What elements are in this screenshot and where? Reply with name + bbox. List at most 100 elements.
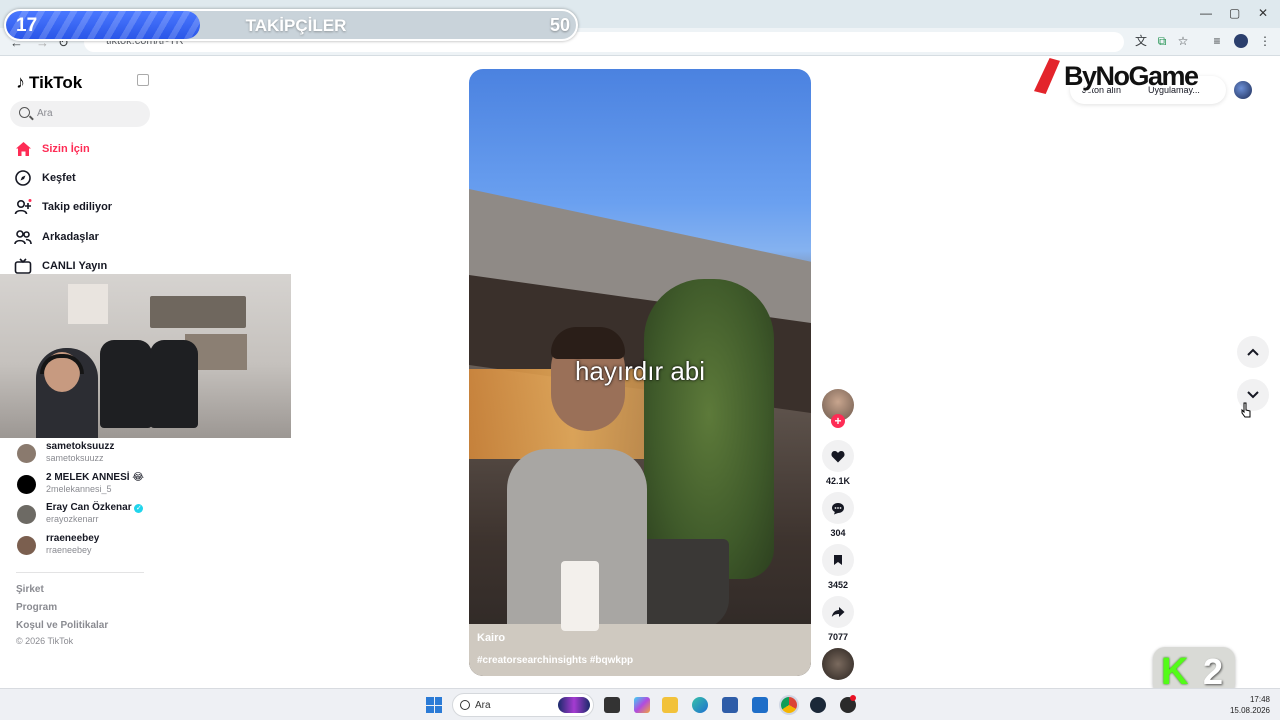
video-cup	[561, 561, 599, 631]
edge-icon[interactable]	[692, 697, 708, 713]
notification-badge	[850, 695, 856, 701]
video-tree	[644, 279, 774, 579]
save-count: 3452	[827, 580, 849, 590]
steam-icon[interactable]	[810, 697, 826, 713]
live-icon	[14, 257, 32, 275]
friends-icon	[14, 228, 32, 246]
minimize-icon[interactable]: —	[1200, 6, 1212, 20]
browser-menu-icon[interactable]: ⋮	[1258, 34, 1272, 48]
copilot-icon[interactable]	[634, 697, 650, 713]
account-item[interactable]: rraeneebey rraeneebey	[17, 533, 99, 556]
footer-link-terms[interactable]: Koşul ve Politikalar	[16, 620, 108, 631]
account-item[interactable]: sametoksuuzz sametoksuuzz	[17, 441, 114, 464]
account-handle: erayozkenarr	[46, 514, 99, 524]
nav-item-friends[interactable]: Arkadaşlar	[14, 226, 99, 248]
close-icon[interactable]: ✕	[1258, 6, 1268, 20]
video-hashtags[interactable]: #creatorsearchinsights #bqwkpp	[477, 655, 633, 666]
taskbar-clock[interactable]: 17:48 15.08.2026	[1218, 694, 1270, 716]
avatar	[17, 536, 36, 555]
followers-goal: 50	[549, 15, 570, 35]
nav-label: Keşfet	[42, 172, 76, 184]
file-explorer-icon[interactable]	[662, 697, 678, 713]
search-icon	[19, 107, 30, 118]
tiktok-logo[interactable]: ♪ TikTok	[16, 72, 82, 93]
bookmark-star-icon[interactable]: ☆	[1176, 34, 1190, 48]
compass-icon	[14, 169, 32, 187]
video-person-hair	[551, 327, 625, 359]
avatar	[17, 505, 36, 524]
bynogame-text: ByNoGame	[1064, 60, 1199, 91]
webcam-overlay	[0, 274, 291, 438]
chrome-icon[interactable]	[781, 697, 797, 713]
share-button[interactable]	[822, 596, 854, 628]
account-handle: 2melekannesi_5	[46, 484, 112, 494]
taskbar-search-placeholder: Ara	[475, 700, 491, 711]
account-item[interactable]: Eray Can Özkenar ✓ erayozkenarr	[17, 502, 144, 525]
taskbar-search[interactable]: Ara	[452, 693, 594, 717]
bynogame-watermark: ByNoGame	[1034, 58, 1199, 94]
gaming-chair	[100, 340, 152, 428]
verified-badge-icon: ✓	[134, 504, 144, 513]
follow-plus-icon[interactable]: +	[831, 414, 845, 428]
cast-icon[interactable]: ⧉	[1155, 34, 1169, 48]
clock-date: 15.08.2026	[1229, 706, 1270, 715]
nav-item-explore[interactable]: Keşfet	[14, 167, 76, 189]
footer-link-company[interactable]: Şirket	[16, 584, 44, 595]
copyright: © 2026 TikTok	[16, 636, 74, 646]
gaming-chair	[150, 340, 198, 428]
music-disc-icon[interactable]	[822, 648, 854, 680]
search-icon	[460, 700, 470, 710]
media-icon[interactable]: ≡	[1210, 34, 1224, 48]
search-input[interactable]: Ara	[10, 101, 150, 127]
nav-item-for-you[interactable]: Sizin İçin	[14, 138, 90, 160]
followers-current: 17	[16, 15, 38, 36]
tiktok-note-icon: ♪	[16, 72, 25, 92]
video-caption: hayırdır abi	[574, 356, 706, 386]
k2-number: 2	[1203, 651, 1224, 692]
video-author[interactable]: Kairo	[477, 632, 505, 644]
user-avatar[interactable]	[1234, 81, 1252, 99]
task-view-icon[interactable]	[604, 697, 620, 713]
following-icon	[14, 198, 32, 216]
account-name: sametoksuuzz	[46, 441, 115, 452]
followers-goal-bar: 17 TAKİPÇİLER 50	[4, 9, 578, 41]
heart-icon	[831, 450, 845, 462]
previous-video-button[interactable]	[1237, 336, 1269, 368]
home-icon	[14, 140, 32, 158]
account-handle: rraeneebey	[46, 545, 92, 555]
nav-label: Takip ediliyor	[42, 201, 113, 213]
video-table	[469, 624, 811, 676]
comment-count: 304	[830, 528, 846, 538]
footer-link-program[interactable]: Program	[16, 602, 57, 613]
outlook-icon[interactable]	[752, 697, 768, 713]
webcam-shelf	[150, 296, 246, 328]
account-handle: sametoksuuzz	[46, 453, 104, 463]
account-name: rraeneebey	[46, 533, 100, 544]
avatar	[17, 444, 36, 463]
save-button[interactable]	[822, 544, 854, 576]
comment-button[interactable]	[822, 492, 854, 524]
windows-taskbar: Ara 17:48 15.08.2026	[0, 688, 1280, 720]
video-player[interactable]: hayırdır abi Kairo #creatorsearchinsight…	[469, 69, 811, 676]
like-button[interactable]	[822, 440, 854, 472]
tiktok-logo-text: TikTok	[29, 72, 83, 92]
windows-start-icon[interactable]	[426, 697, 442, 713]
mouse-cursor-icon	[1241, 402, 1251, 418]
share-icon	[831, 607, 845, 617]
nav-item-following[interactable]: Takip ediliyor	[14, 196, 112, 218]
browser-profile-icon[interactable]	[1234, 34, 1248, 48]
sidebar-collapse-icon[interactable]	[137, 74, 149, 86]
translate-icon[interactable]: 文	[1134, 34, 1148, 48]
store-icon[interactable]	[722, 697, 738, 713]
maximize-icon[interactable]: ▢	[1229, 6, 1240, 20]
chevron-down-icon	[1247, 391, 1259, 399]
bynogame-logo-icon	[1034, 58, 1060, 94]
chevron-up-icon	[1247, 348, 1259, 356]
account-item[interactable]: 2 MELEK ANNESİ 😂 2melekannesi_5	[17, 472, 144, 495]
nav-label: CANLI Yayın	[42, 260, 108, 272]
account-name-text: Eray Can Özkenar	[46, 502, 132, 513]
search-highlight-icon	[558, 697, 590, 713]
account-name: Eray Can Özkenar ✓	[46, 502, 144, 514]
bookmark-icon	[834, 555, 842, 565]
followers-title: TAKİPÇİLER	[245, 16, 347, 35]
